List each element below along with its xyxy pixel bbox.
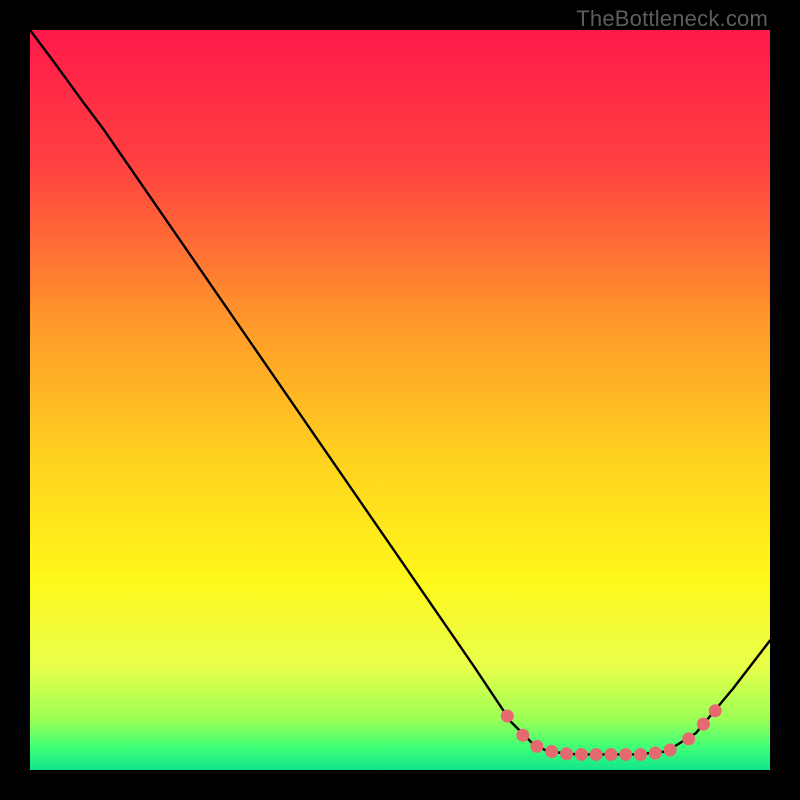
curve-marker bbox=[530, 740, 543, 753]
curve-marker bbox=[501, 709, 514, 722]
curve-marker bbox=[634, 748, 647, 761]
curve-marker bbox=[697, 718, 710, 731]
curve-marker bbox=[649, 746, 662, 759]
attribution-label: TheBottleneck.com bbox=[576, 6, 768, 32]
curve-marker bbox=[545, 745, 558, 758]
bottleneck-curve-chart bbox=[30, 30, 770, 770]
curve-marker bbox=[575, 748, 588, 761]
curve-marker bbox=[560, 747, 573, 760]
curve-marker bbox=[664, 744, 677, 757]
curve-marker bbox=[709, 704, 722, 717]
curve-marker bbox=[619, 748, 632, 761]
gradient-background bbox=[30, 30, 770, 770]
curve-marker bbox=[604, 748, 617, 761]
curve-marker bbox=[590, 748, 603, 761]
curve-marker bbox=[516, 729, 529, 742]
curve-marker bbox=[682, 732, 695, 745]
chart-plot-area bbox=[30, 30, 770, 770]
